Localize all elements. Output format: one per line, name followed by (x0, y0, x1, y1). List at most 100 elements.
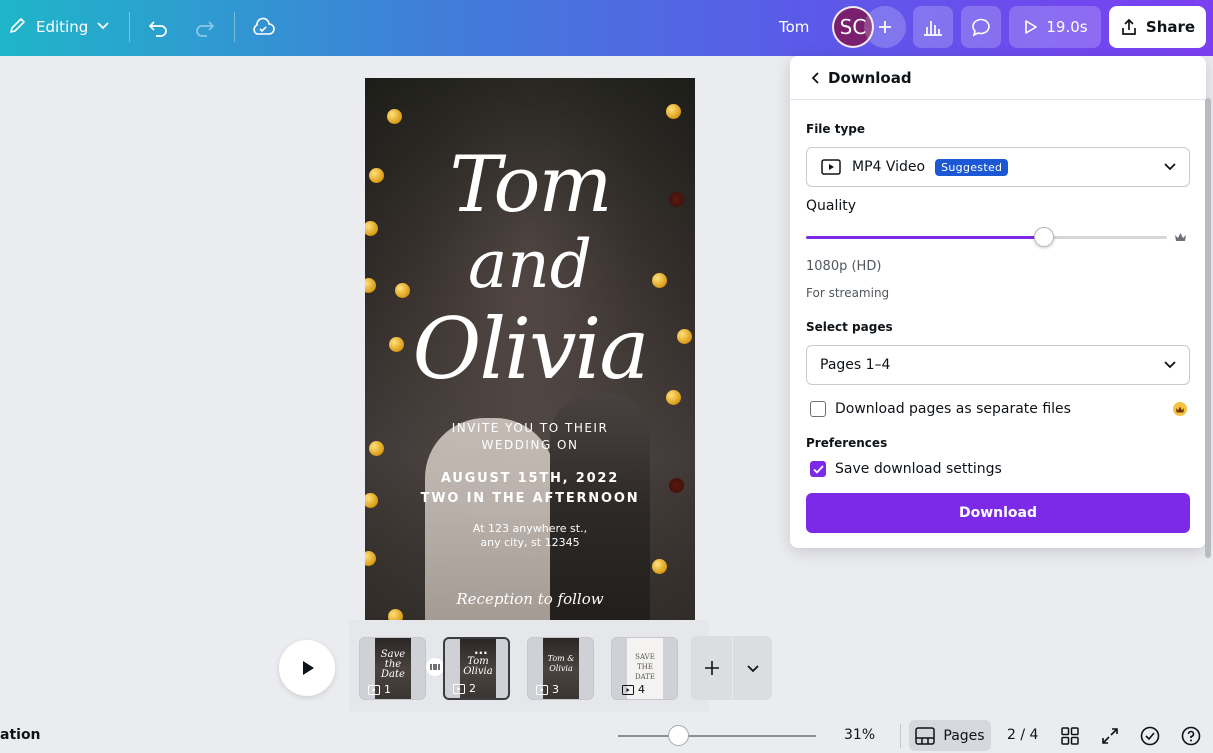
address-line2: any city, st 12345 (480, 536, 580, 549)
transition-icon[interactable] (426, 658, 444, 676)
zoom-value[interactable]: 31% (844, 727, 875, 743)
page-thumbnail-1[interactable]: Save the Date 1 (359, 637, 426, 700)
play-icon (1025, 20, 1038, 34)
page-thumbnail-3[interactable]: Tom & Olivia 3 (527, 637, 594, 700)
back-button[interactable] (806, 68, 826, 88)
page-number: 2 (453, 682, 476, 695)
add-page-button[interactable] (691, 636, 732, 700)
play-icon (303, 661, 314, 675)
confetti-dot (666, 104, 681, 119)
page-number: 4 (622, 683, 645, 696)
plus-icon (704, 661, 719, 675)
thumbnail-text: Tom Olivia (463, 656, 493, 677)
pages-select-value: Pages 1–4 (820, 357, 891, 373)
address-line1: At 123 anywhere st., (472, 522, 588, 535)
present-play-button[interactable]: 19.0s (1009, 6, 1101, 48)
grid-view-button[interactable] (1058, 724, 1082, 748)
date-line2: TWO IN THE AFTERNOON (420, 491, 640, 506)
add-collaborator-button[interactable] (864, 6, 906, 48)
file-type-value: MP4 Video (852, 159, 926, 175)
panel-scrollbar[interactable] (1205, 98, 1211, 558)
zoom-slider-thumb[interactable] (668, 725, 689, 746)
pages-select[interactable]: Pages 1–4 (806, 345, 1190, 385)
quality-slider[interactable] (806, 227, 1167, 247)
quality-label: Quality (806, 198, 857, 214)
toolbar-divider (234, 12, 235, 42)
file-type-select[interactable]: MP4 Video Suggested (806, 147, 1190, 187)
share-label: Share (1145, 18, 1196, 36)
invite-line1: INVITE YOU TO THEIR (451, 421, 609, 435)
chevron-down-icon (96, 18, 110, 36)
chevron-down-icon (1163, 357, 1177, 375)
crown-icon (1173, 230, 1187, 244)
bottom-left-label[interactable]: ation (0, 727, 41, 743)
editing-mode-button[interactable]: Editing (8, 12, 110, 42)
pencil-icon (8, 15, 28, 39)
help-button[interactable] (1179, 724, 1203, 748)
video-file-icon (368, 684, 380, 695)
quality-hint: For streaming (806, 286, 890, 300)
page-thumbnail-4[interactable]: SAVE THE DATE 4 (611, 637, 678, 700)
download-panel-header: Download (790, 56, 1206, 100)
chevron-down-icon (1163, 159, 1177, 177)
separate-files-row[interactable]: Download pages as separate files (810, 401, 1071, 417)
save-settings-row[interactable]: Save download settings (810, 461, 1002, 477)
thumbnail-text: Tom & Olivia (547, 654, 575, 673)
page-number: 1 (368, 683, 391, 696)
add-page-options-button[interactable] (733, 636, 772, 700)
design-canvas-page[interactable]: Tom and Olivia INVITE YOU TO THEIR WEDDI… (365, 78, 695, 620)
download-button[interactable]: Download (806, 493, 1190, 533)
video-file-icon (536, 684, 548, 695)
couple-name-line2[interactable]: and (365, 226, 695, 303)
quality-slider-fill (806, 236, 1044, 239)
reception-text[interactable]: Reception to follow (365, 590, 695, 608)
comment-icon (972, 18, 990, 37)
play-timeline-button[interactable] (279, 640, 335, 696)
comments-button[interactable] (961, 6, 1001, 48)
undo-button[interactable] (140, 10, 176, 46)
quality-slider-thumb[interactable] (1034, 227, 1054, 247)
redo-icon (196, 21, 215, 37)
page-counter: 2 / 4 (1007, 727, 1039, 743)
more-options-icon[interactable]: ··· (474, 646, 494, 660)
separate-files-checkbox[interactable] (810, 401, 826, 417)
couple-name-line3[interactable]: Olivia (365, 300, 695, 398)
grid-icon (1061, 727, 1079, 745)
cloud-save-button[interactable] (245, 10, 281, 46)
couple-name-line1[interactable]: Tom (365, 140, 695, 230)
quality-value: 1080p (HD) (806, 259, 882, 274)
pages-label: Pages (943, 727, 985, 744)
check-circle-icon (1140, 726, 1160, 746)
save-settings-checkbox[interactable] (810, 461, 826, 477)
share-button[interactable]: Share (1109, 6, 1206, 48)
select-pages-label: Select pages (806, 320, 893, 334)
suggested-badge: Suggested (935, 158, 1009, 176)
editing-label: Editing (36, 18, 89, 36)
date-text[interactable]: AUGUST 15TH, 2022 TWO IN THE AFTERNOON (365, 469, 695, 509)
expand-icon (1102, 728, 1118, 744)
pages-view-button[interactable]: Pages (909, 720, 991, 751)
redo-button[interactable] (187, 10, 223, 46)
chevron-left-icon (811, 72, 819, 84)
video-file-icon (821, 159, 841, 175)
help-icon (1181, 726, 1201, 746)
cloud-check-icon (253, 17, 275, 35)
top-toolbar: Editing Tom SC 19.0s Share (0, 0, 1213, 56)
confetti-dot (388, 609, 403, 620)
preferences-label: Preferences (806, 436, 888, 450)
address-text[interactable]: At 123 anywhere st., any city, st 12345 (365, 522, 695, 550)
thumbnail-text: Save the Date (380, 649, 406, 680)
toolbar-divider (129, 12, 130, 42)
confetti-dot (652, 559, 667, 574)
insights-button[interactable] (913, 6, 953, 48)
crown-icon (1173, 402, 1187, 416)
video-file-icon (453, 683, 465, 694)
page-number: 3 (536, 683, 559, 696)
fullscreen-button[interactable] (1098, 724, 1122, 748)
confetti-dot (387, 109, 402, 124)
separate-files-label: Download pages as separate files (835, 401, 1071, 417)
invite-text[interactable]: INVITE YOU TO THEIR WEDDING ON (365, 420, 695, 454)
zoom-slider[interactable] (618, 735, 816, 737)
panel-title: Download (828, 69, 912, 87)
check-button[interactable] (1138, 724, 1162, 748)
